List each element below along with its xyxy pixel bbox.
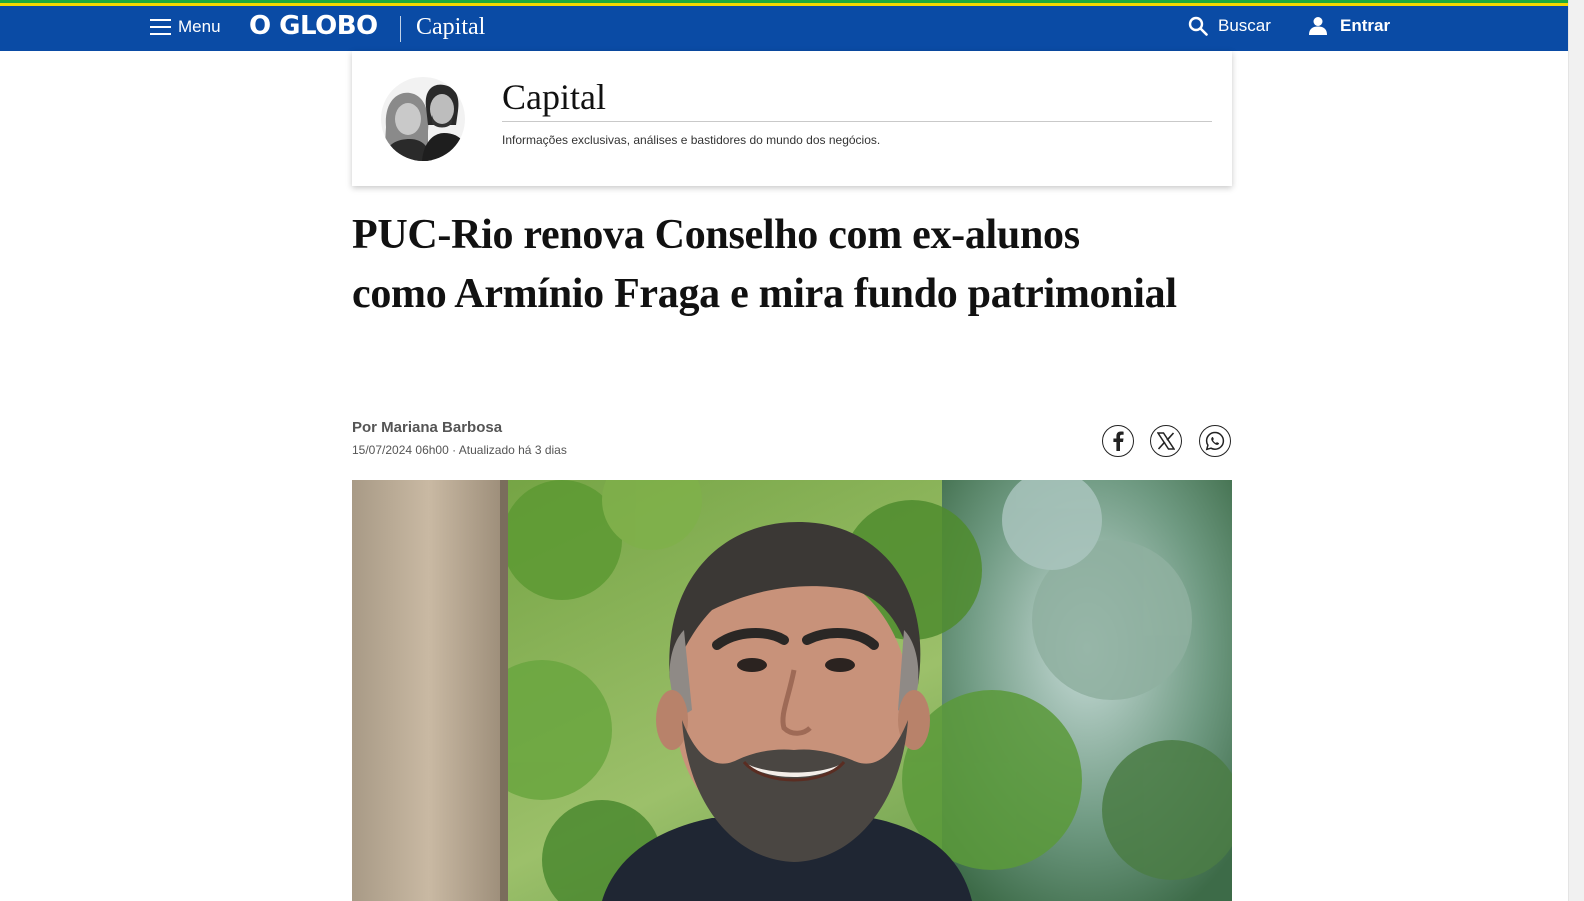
o-globo-logo[interactable]: O GLOBO xyxy=(249,11,378,41)
columnists-photo xyxy=(381,77,465,161)
x-icon xyxy=(1157,432,1175,450)
share-facebook-button[interactable] xyxy=(1102,425,1134,457)
column-title: Capital xyxy=(502,77,1212,122)
article-headline: PUC-Rio renova Conselho com ex-alunos co… xyxy=(352,212,1177,317)
logo-divider xyxy=(400,16,401,42)
menu-label: Menu xyxy=(178,17,221,36)
user-icon xyxy=(1309,17,1327,35)
article-byline[interactable]: Por Mariana Barbosa xyxy=(352,419,502,436)
lead-photo[interactable] xyxy=(352,480,1232,901)
hamburger-icon xyxy=(150,19,171,35)
login-button[interactable]: Entrar xyxy=(1308,16,1390,36)
search-label: Buscar xyxy=(1218,16,1271,35)
login-label: Entrar xyxy=(1340,16,1391,35)
search-icon xyxy=(1188,16,1208,36)
whatsapp-icon xyxy=(1205,431,1225,451)
share-x-button[interactable] xyxy=(1150,425,1182,457)
section-link-capital[interactable]: Capital xyxy=(416,14,485,41)
page-scrollbar[interactable] xyxy=(1568,0,1584,901)
column-description: Informações exclusivas, análises e basti… xyxy=(502,133,881,147)
lead-photo-image xyxy=(352,480,1232,901)
top-navigation-bar: Menu O GLOBO Capital Buscar Entrar xyxy=(0,6,1568,51)
facebook-icon xyxy=(1113,431,1124,451)
search-button[interactable]: Buscar xyxy=(1188,16,1271,36)
column-header-card: Capital Informações exclusivas, análises… xyxy=(352,51,1232,186)
share-whatsapp-button[interactable] xyxy=(1199,425,1231,457)
article-dateline: 15/07/2024 06h00 · Atualizado há 3 dias xyxy=(352,443,567,457)
menu-button[interactable]: Menu xyxy=(150,17,221,37)
